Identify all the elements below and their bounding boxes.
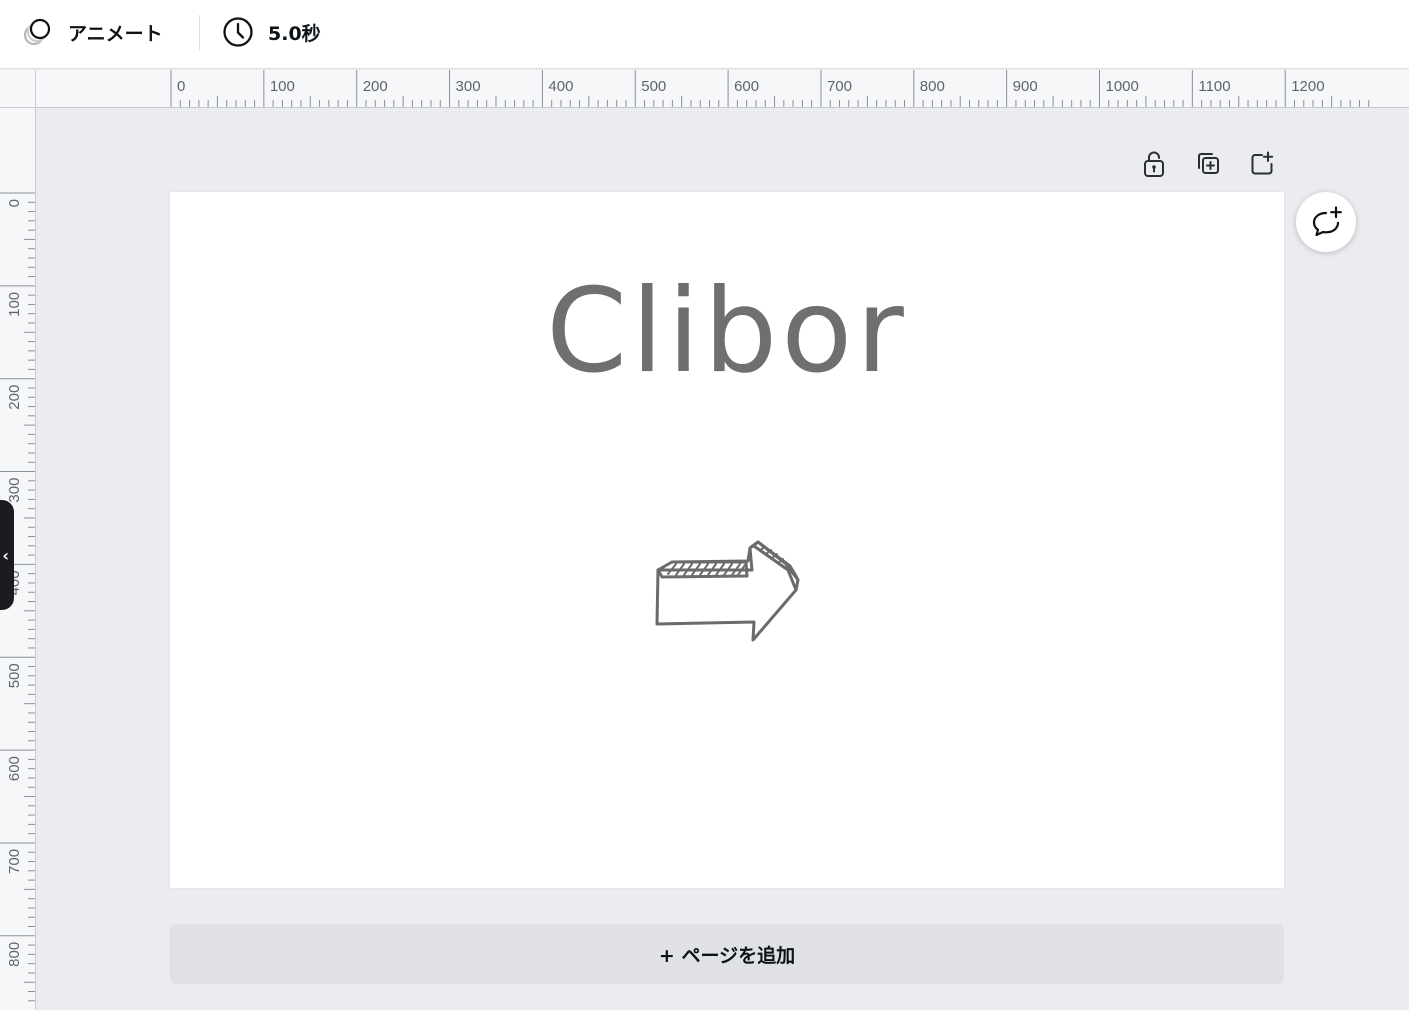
ruler-vertical-label: 700	[6, 849, 23, 874]
ruler-horizontal-label: 100	[270, 78, 295, 95]
sketch-arrow-graphic[interactable]	[650, 536, 810, 646]
duplicate-page-icon	[1198, 153, 1219, 174]
add-page-button[interactable]: + ページを追加	[170, 924, 1284, 984]
add-page-icon-button[interactable]	[1244, 146, 1280, 182]
ruler-corner	[0, 70, 36, 108]
toolbar-divider	[199, 15, 200, 51]
add-page-label: + ページを追加	[658, 944, 796, 967]
ruler-vertical-label: 100	[6, 292, 23, 317]
duplicate-page-button[interactable]	[1190, 146, 1226, 182]
page-title-text[interactable]: Clibor	[170, 274, 1284, 390]
ruler-horizontal-label: 900	[1013, 78, 1038, 95]
ruler-horizontal-label: 600	[734, 78, 759, 95]
ruler-vertical-label: 200	[6, 385, 23, 410]
ruler-horizontal: 0 100 200 300 400 500 600 700 800 900 1000 1100 1200	[36, 70, 1409, 108]
design-page[interactable]: Clibor	[170, 192, 1284, 888]
unlock-icon	[1144, 151, 1164, 177]
ruler-horizontal-label: 800	[920, 78, 945, 95]
side-panel-toggle[interactable]: ‹	[0, 500, 14, 610]
ruler-horizontal-label: 700	[827, 78, 852, 95]
ruler-horizontal-label: 200	[363, 78, 388, 95]
ruler-horizontal-label: 0	[177, 78, 185, 95]
add-comment-icon	[1312, 206, 1342, 237]
animate-icon	[23, 18, 51, 46]
add-comment-button[interactable]	[1296, 192, 1356, 252]
ruler-vertical-label: 800	[6, 942, 23, 967]
ruler-horizontal-label: 400	[548, 78, 573, 95]
ruler-horizontal-label: 1100	[1198, 78, 1230, 95]
ruler-horizontal-label: 1200	[1291, 78, 1324, 95]
add-page-icon	[1251, 151, 1274, 175]
clock-icon	[223, 17, 253, 47]
ruler-vertical-label: 300	[6, 478, 23, 503]
ruler-vertical-label: 600	[6, 756, 23, 781]
lock-page-button[interactable]	[1136, 146, 1172, 182]
ruler-horizontal-ticks: 0 100 200 300 400 500 600 700 800 900 1000 1100 1200	[170, 70, 1370, 107]
ruler-vertical-label: 500	[6, 663, 23, 688]
page-actions	[1136, 146, 1280, 182]
ruler-horizontal-label: 500	[641, 78, 666, 95]
ruler-vertical-label: 0	[6, 199, 23, 207]
ruler-horizontal-label: 1000	[1106, 78, 1139, 95]
top-toolbar: アニメート 5.0秒	[0, 0, 1409, 69]
duration-label: 5.0秒	[268, 22, 321, 45]
animate-label: アニメート	[68, 22, 163, 45]
ruler-horizontal-label: 300	[456, 78, 481, 95]
animate-button[interactable]: アニメート	[14, 12, 171, 52]
duration-button[interactable]: 5.0秒	[214, 12, 329, 52]
chevron-left-icon: ‹	[2, 545, 9, 565]
